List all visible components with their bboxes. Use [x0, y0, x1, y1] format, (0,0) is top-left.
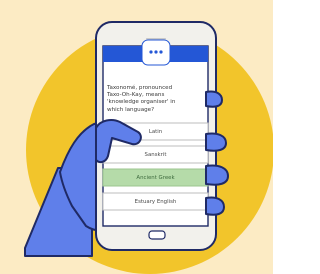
finger-4	[205, 196, 225, 216]
answer-button-sanskrit[interactable]	[102, 145, 209, 164]
finger-1	[205, 90, 223, 108]
home-button-icon[interactable]	[148, 230, 166, 240]
speaker-slit	[146, 38, 166, 40]
illustration	[0, 0, 273, 274]
finger-2	[205, 132, 227, 152]
answer-button-ancient-greek[interactable]	[102, 168, 209, 187]
finger-3	[205, 164, 229, 186]
three-dots-icon[interactable]	[149, 50, 163, 54]
answer-button-estuary-english[interactable]	[102, 192, 209, 211]
